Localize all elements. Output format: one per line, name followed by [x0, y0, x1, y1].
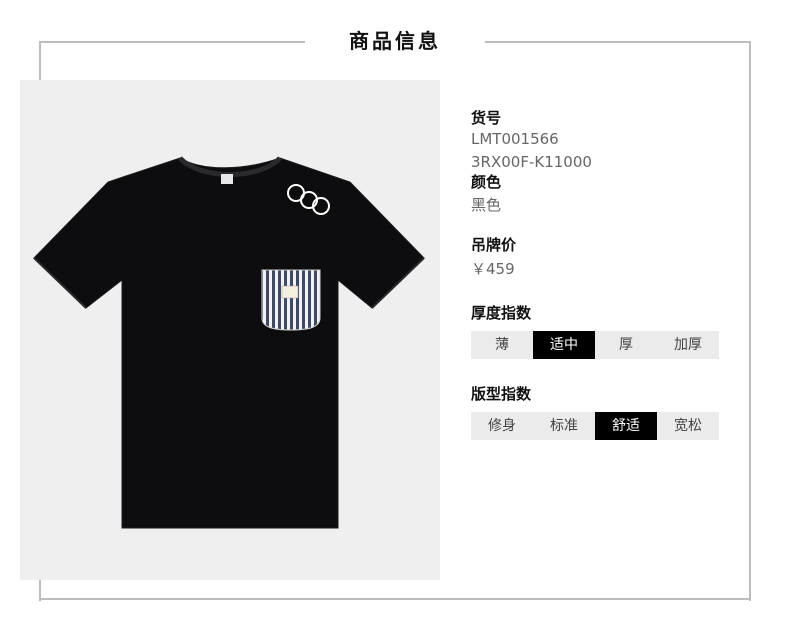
page-title: 商品信息 [349, 29, 441, 53]
color-label: 颜色 [471, 173, 502, 191]
thickness-option-medium[interactable]: 适中 [533, 331, 595, 359]
fit-option-standard[interactable]: 标准 [533, 412, 595, 440]
fit-option-comfort[interactable]: 舒适 [595, 412, 657, 440]
fit-scale: 修身 标准 舒适 宽松 [471, 412, 719, 440]
frame-top-right-border [485, 41, 751, 43]
thickness-scale: 薄 适中 厚 加厚 [471, 331, 719, 359]
product-photo [20, 80, 440, 580]
item-no-line-2: 3RX00F-K11000 [471, 153, 592, 171]
thickness-option-thick[interactable]: 厚 [595, 331, 657, 359]
frame-right-border [749, 41, 751, 601]
thickness-label: 厚度指数 [471, 304, 532, 322]
tshirt-image [33, 156, 425, 529]
item-no-label: 货号 [471, 109, 502, 127]
fit-option-slim[interactable]: 修身 [471, 412, 533, 440]
fit-option-loose[interactable]: 宽松 [657, 412, 719, 440]
frame-bottom-border [39, 598, 751, 600]
fit-label: 版型指数 [471, 385, 532, 403]
price-label: 吊牌价 [471, 236, 517, 254]
thickness-option-extra-thick[interactable]: 加厚 [657, 331, 719, 359]
price-value: ￥459 [471, 260, 515, 278]
color-value: 黑色 [471, 196, 502, 214]
thickness-option-thin[interactable]: 薄 [471, 331, 533, 359]
frame-top-left-border [39, 41, 305, 43]
item-no-line-1: LMT001566 [471, 130, 559, 148]
